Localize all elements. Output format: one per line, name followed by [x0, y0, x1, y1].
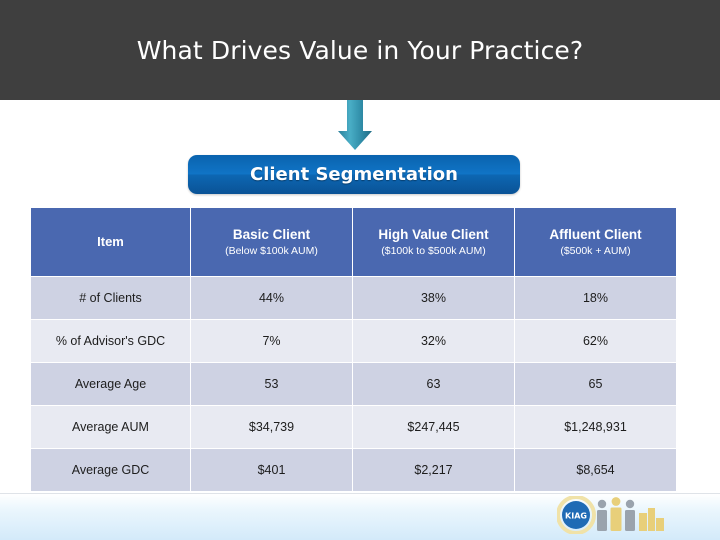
- column-header-high-value-client: High Value Client ($100k to $500k AUM): [353, 208, 514, 276]
- table-row: # of Clients 44% 38% 18%: [31, 277, 676, 319]
- column-header-basic-client-subtitle: (Below $100k AUM): [225, 244, 318, 257]
- client-segmentation-callout[interactable]: Client Segmentation: [188, 155, 520, 194]
- table-row: Average AUM $34,739 $247,445 $1,248,931: [31, 406, 676, 448]
- column-header-basic-client-title: Basic Client: [232, 226, 311, 242]
- row-cell: 38%: [353, 277, 514, 319]
- column-header-item-label: Item: [97, 234, 124, 249]
- table-row: % of Advisor's GDC 7% 32% 62%: [31, 320, 676, 362]
- row-label: Average GDC: [31, 449, 190, 491]
- row-label: % of Advisor's GDC: [31, 320, 190, 362]
- slide-canvas: What Drives Value in Your Practice? Clie…: [0, 0, 720, 540]
- row-cell: 7%: [191, 320, 352, 362]
- column-header-item: Item: [31, 208, 190, 276]
- row-cell: 53: [191, 363, 352, 405]
- row-cell: $34,739: [191, 406, 352, 448]
- column-header-affluent-client-title: Affluent Client: [549, 226, 642, 242]
- table-row: Average GDC $401 $2,217 $8,654: [31, 449, 676, 491]
- column-header-basic-client: Basic Client (Below $100k AUM): [191, 208, 352, 276]
- row-cell: 32%: [353, 320, 514, 362]
- row-cell: 65: [515, 363, 676, 405]
- row-label: Average Age: [31, 363, 190, 405]
- row-cell: 62%: [515, 320, 676, 362]
- row-cell: 18%: [515, 277, 676, 319]
- page-title: What Drives Value in Your Practice?: [136, 36, 584, 65]
- row-cell: $2,217: [353, 449, 514, 491]
- column-header-high-value-client-title: High Value Client: [378, 226, 489, 242]
- kiag-logo: KIAG: [556, 495, 665, 535]
- down-arrow-icon: [334, 100, 376, 152]
- row-cell: 63: [353, 363, 514, 405]
- row-cell: $247,445: [353, 406, 514, 448]
- client-segmentation-label: Client Segmentation: [250, 164, 458, 185]
- row-label: Average AUM: [31, 406, 190, 448]
- column-header-affluent-client-subtitle: ($500k + AUM): [560, 244, 631, 257]
- kiag-logo-text: KIAG: [565, 512, 587, 521]
- row-cell: $401: [191, 449, 352, 491]
- table-header-row: Item Basic Client (Below $100k AUM) High…: [31, 208, 676, 276]
- column-header-high-value-client-subtitle: ($100k to $500k AUM): [381, 244, 486, 257]
- client-segmentation-table: Item Basic Client (Below $100k AUM) High…: [30, 207, 677, 492]
- column-header-affluent-client: Affluent Client ($500k + AUM): [515, 208, 676, 276]
- table-row: Average Age 53 63 65: [31, 363, 676, 405]
- row-cell: $1,248,931: [515, 406, 676, 448]
- row-cell: 44%: [191, 277, 352, 319]
- row-cell: $8,654: [515, 449, 676, 491]
- row-label: # of Clients: [31, 277, 190, 319]
